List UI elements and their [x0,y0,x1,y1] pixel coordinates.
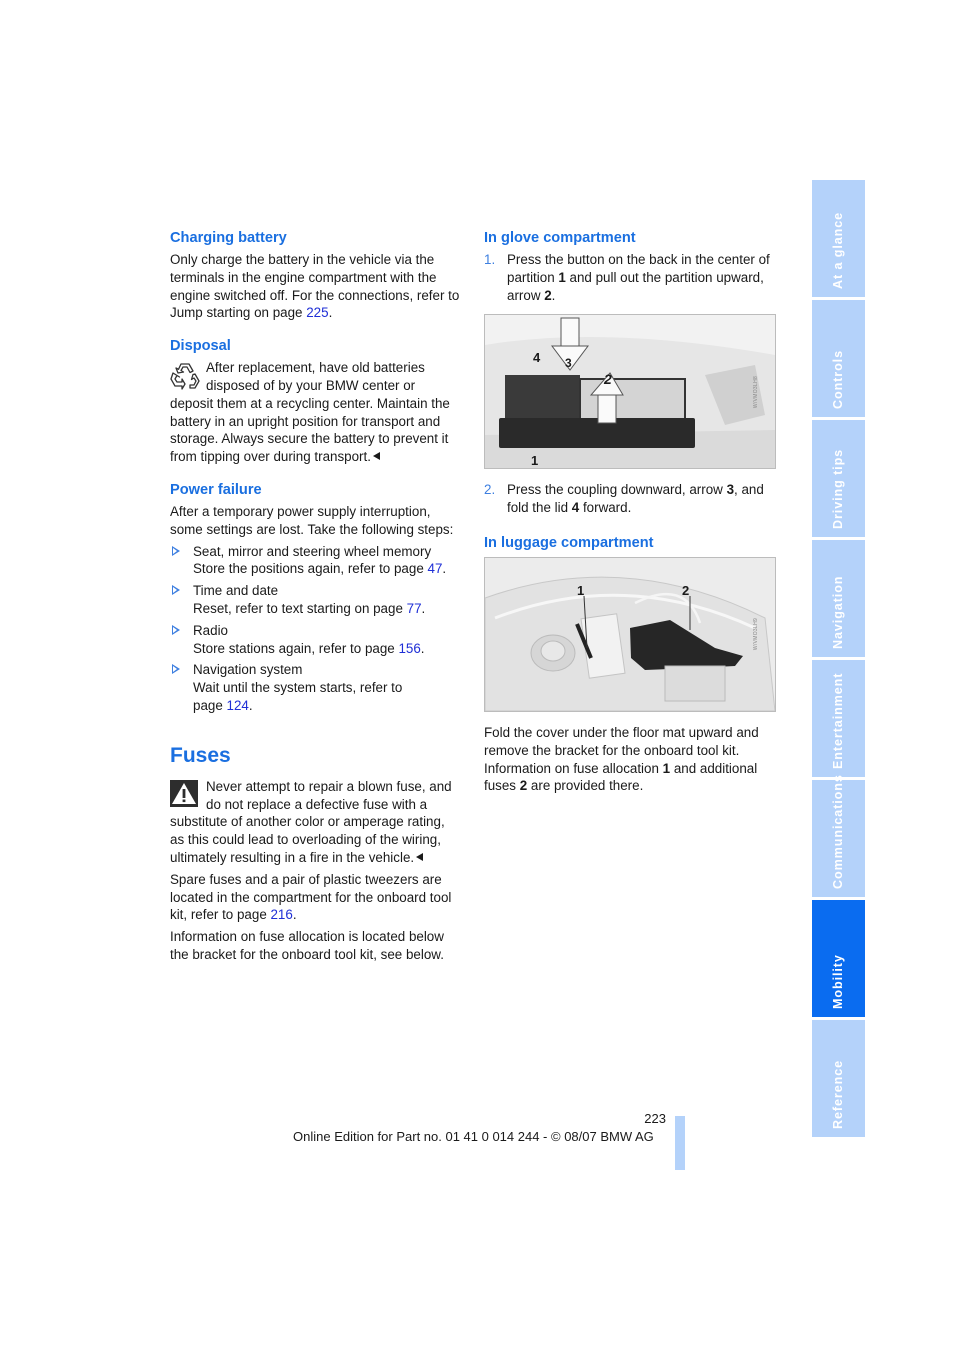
list-item: 2. Press the coupling downward, arrow 3,… [484,482,764,516]
photo-label-3: 3 [565,356,572,371]
section-glove-compartment: In glove compartment 1. Press the button… [484,228,776,517]
section-power-failure: Power failure After a temporary power su… [170,480,462,715]
footer-edition: Online Edition for Part no. 01 41 0 014 … [293,1129,654,1144]
power-failure-list: Seat, mirror and steering wheel memory S… [170,543,462,715]
page-link-47[interactable]: 47 [428,561,443,576]
bullet-triangle-icon [172,585,180,596]
step-number: 1. [484,252,496,267]
charging-battery-text: Only charge the battery in the vehicle v… [170,252,460,321]
end-of-section-mark [372,452,380,461]
left-column: Charging battery Only charge the battery… [170,228,462,978]
right-column: In glove compartment 1. Press the button… [484,228,776,799]
photo-code: W/VMO3LH8 [753,375,760,408]
power-failure-intro: After a temporary power supply interrupt… [170,503,454,537]
page-link-156[interactable]: 156 [398,641,420,656]
tab-communications[interactable]: Communications [812,774,865,897]
photo-label-4: 4 [533,350,541,366]
glove-steps-list-2: 2. Press the coupling downward, arrow 3,… [484,481,776,517]
section-fuses: Fuses Never attempt to repair a blown fu… [170,743,462,964]
bullet-triangle-icon [172,624,180,635]
tab-navigation[interactable]: Navigation [812,540,865,657]
heading-disposal: Disposal [170,338,231,355]
fuses-spare-text: Spare fuses and a pair of plastic tweeze… [170,871,452,923]
page-link-225[interactable]: 225 [306,305,328,320]
list-item: Time and date Reset, refer to text start… [170,582,462,618]
warning-icon [170,779,198,807]
fuses-info-text: Information on fuse allocation is locate… [170,929,444,962]
step-number: 2. [484,482,496,498]
photo-label-2: 2 [604,371,612,388]
end-of-section-mark [416,852,424,861]
page-link-77[interactable]: 77 [407,601,422,616]
list-item: Navigation system Wait until the system … [170,661,462,714]
luggage-text: Fold the cover under the floor mat upwar… [484,724,759,794]
chapter-tabs: At a glance Controls Driving tips Naviga… [812,180,865,1140]
disposal-text: After replacement, have old batteries di… [170,360,450,465]
tab-controls[interactable]: Controls [812,300,865,417]
list-item: 1. Press the button on the back in the c… [484,252,770,303]
section-disposal: Disposal After replacement, have old bat… [170,336,462,466]
photo-label-1: 1 [531,453,539,469]
tab-at-a-glance[interactable]: At a glance [812,180,865,297]
tab-entertainment[interactable]: Entertainment [812,660,865,777]
tab-reference[interactable]: Reference [812,1020,865,1137]
heading-luggage-compartment: In luggage compartment [484,534,654,551]
bullet-triangle-icon [172,664,180,675]
glove-steps-list-1: 1. Press the button on the back in the c… [484,251,776,304]
heading-fuses: Fuses [170,743,231,767]
bullet-triangle-icon [172,545,180,556]
heading-charging-battery: Charging battery [170,230,287,246]
recycle-icon [170,363,200,390]
section-luggage-compartment: In luggage compartment 1 2 W/VMO3LH9 Fol… [484,533,776,795]
luggage-compartment-photo: 1 2 W/VMO3LH9 [484,556,776,712]
tab-mobility[interactable]: Mobility [812,900,865,1017]
heading-power-failure: Power failure [170,481,262,498]
page-link-216[interactable]: 216 [270,907,292,922]
list-item: Radio Store stations again, refer to pag… [170,622,462,658]
photo-label-1: 1 [577,582,585,598]
page-link-124[interactable]: 124 [227,698,249,713]
list-item: Seat, mirror and steering wheel memory S… [170,543,462,579]
fuses-warning: Never attempt to repair a blown fuse, an… [170,778,452,865]
glove-compartment-photo: 4 3 2 1 W/VMO3LH8 [484,314,776,470]
tab-driving-tips[interactable]: Driving tips [812,420,865,537]
photo-code: W/VMO3LH9 [753,618,760,651]
photo-label-2: 2 [682,582,690,598]
heading-glove-compartment: In glove compartment [484,230,636,246]
page-number: 223 [644,1111,666,1126]
footer-tab-marker [675,1116,685,1170]
section-charging-battery: Charging battery Only charge the battery… [170,228,462,322]
